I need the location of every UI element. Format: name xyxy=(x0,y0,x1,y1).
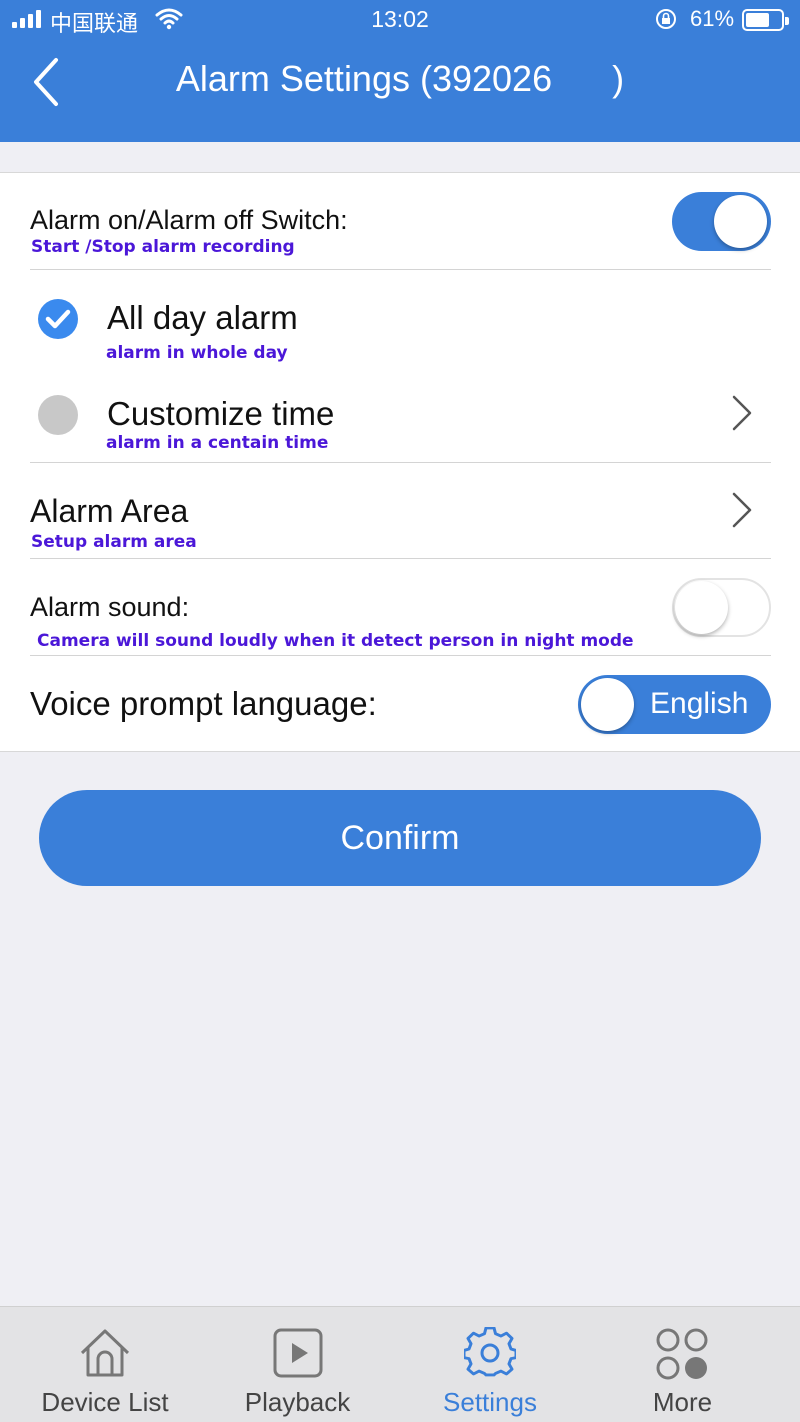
rotation-lock-icon xyxy=(656,9,676,29)
alarm-area-label[interactable]: Alarm Area xyxy=(30,493,188,530)
tab-label: Settings xyxy=(443,1387,537,1417)
divider xyxy=(30,462,771,463)
checkmark-icon xyxy=(45,309,71,329)
gear-icon xyxy=(464,1327,516,1377)
tab-label: More xyxy=(652,1387,713,1417)
page-title: Alarm Settings (392026 ) xyxy=(175,58,625,99)
alarm-sound-label: Alarm sound: xyxy=(30,592,190,622)
all-day-sub: alarm in whole day xyxy=(106,343,288,363)
settings-card: Alarm on/Alarm off Switch: Start /Stop a… xyxy=(0,172,800,752)
alarm-switch-label: Alarm on/Alarm off Switch: xyxy=(30,205,348,235)
tab-label: Playback xyxy=(244,1387,351,1417)
status-bar: 中国联通 13:02 61% xyxy=(0,0,800,40)
tab-playback[interactable]: Playback xyxy=(200,1307,395,1422)
divider xyxy=(30,655,771,656)
chevron-right-icon[interactable] xyxy=(730,490,754,530)
alarm-area-sub: Setup alarm area xyxy=(31,532,197,552)
voice-language-toggle[interactable]: English xyxy=(578,675,771,734)
customize-radio[interactable] xyxy=(38,395,78,435)
alarm-sound-toggle[interactable] xyxy=(672,578,771,637)
customize-sub: alarm in a centain time xyxy=(106,433,329,453)
more-icon xyxy=(656,1328,708,1380)
tab-device-list[interactable]: Device List xyxy=(10,1307,200,1422)
divider xyxy=(30,269,771,270)
alarm-switch-sub: Start /Stop alarm recording xyxy=(31,237,295,257)
tab-bar: Device List Playback Settings More xyxy=(0,1306,800,1422)
header-bar: 中国联通 13:02 61% Alarm Settings (392026 ) xyxy=(0,0,800,142)
tab-label: Device List xyxy=(41,1387,169,1417)
chevron-right-icon[interactable] xyxy=(730,393,754,433)
voice-language-value: English xyxy=(650,687,749,720)
divider xyxy=(30,558,771,559)
customize-label[interactable]: Customize time xyxy=(107,395,334,433)
all-day-radio[interactable] xyxy=(38,299,78,339)
battery-icon xyxy=(742,9,789,31)
play-icon xyxy=(273,1328,323,1378)
confirm-button[interactable]: Confirm xyxy=(39,790,761,886)
alarm-switch-toggle[interactable] xyxy=(672,192,771,251)
tab-settings[interactable]: Settings xyxy=(395,1307,585,1422)
tab-more[interactable]: More xyxy=(585,1307,780,1422)
home-icon xyxy=(80,1329,130,1377)
voice-prompt-label: Voice prompt language: xyxy=(30,685,377,722)
all-day-label[interactable]: All day alarm xyxy=(107,299,298,337)
status-time: 13:02 xyxy=(371,6,429,32)
alarm-sound-sub: Camera will sound loudly when it detect … xyxy=(37,631,634,651)
battery-percent: 61% xyxy=(690,6,735,31)
